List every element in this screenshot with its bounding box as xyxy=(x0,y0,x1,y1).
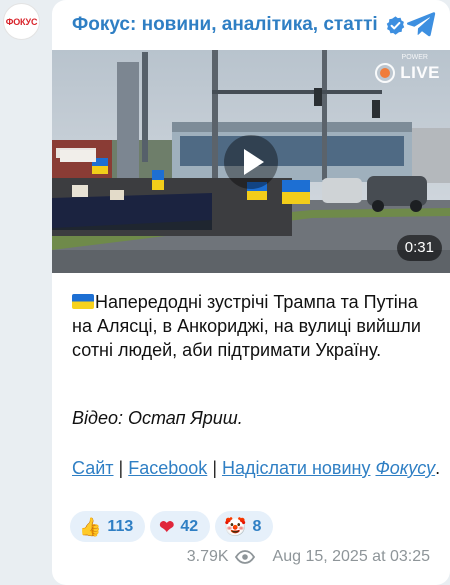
thumbs-up-icon: 👍 xyxy=(79,516,102,537)
link-send-news[interactable]: Надіслати новину xyxy=(222,458,370,478)
message-header: Фокус: новини, аналітика, статті xyxy=(52,0,450,50)
eye-icon xyxy=(234,550,255,564)
post-body: Напередодні зустрічі Трампа та Путіна на… xyxy=(72,292,421,360)
live-sublabel: POWER xyxy=(401,54,428,61)
reaction-clown[interactable]: 🤡 8 xyxy=(215,511,274,542)
avatar-logo-text: ФОКУС xyxy=(5,16,38,27)
post-links: Сайт | Facebook | Надіслати новину Фокус… xyxy=(72,458,441,478)
view-count: 3.79K xyxy=(186,548,229,565)
play-button[interactable] xyxy=(224,135,278,189)
message-meta: 3.79K Aug 15, 2025 at 03:25 xyxy=(187,548,430,566)
live-dot-icon xyxy=(375,63,396,83)
post-timestamp: Aug 15, 2025 at 03:25 xyxy=(272,548,430,565)
link-facebook[interactable]: Facebook xyxy=(128,458,207,478)
live-badge: LIVE xyxy=(375,63,440,83)
video-player[interactable]: LIVE POWER 0:31 xyxy=(52,50,450,273)
channel-title[interactable]: Фокус: новини, аналітика, статті xyxy=(72,14,378,36)
reactions-bar: 👍 113 ❤ 42 🤡 8 xyxy=(70,511,274,542)
message-card: Фокус: новини, аналітика, статті LIVE PO… xyxy=(52,0,450,585)
link-fokusu[interactable]: Фокусу xyxy=(375,458,435,478)
reaction-count: 113 xyxy=(107,517,134,535)
clown-face-icon: 🤡 xyxy=(224,516,247,537)
video-duration: 0:31 xyxy=(396,235,442,261)
link-separator: | xyxy=(118,458,124,478)
verified-badge-icon xyxy=(386,15,404,35)
post-text: Напередодні зустрічі Трампа та Путіна на… xyxy=(72,290,442,362)
live-label: LIVE xyxy=(400,63,440,82)
heart-icon: ❤ xyxy=(159,516,175,537)
link-site[interactable]: Сайт xyxy=(72,458,114,478)
reaction-thumbs-up[interactable]: 👍 113 xyxy=(70,511,146,542)
channel-avatar[interactable]: ФОКУС xyxy=(3,3,40,40)
telegram-share-icon[interactable] xyxy=(406,11,436,37)
video-credit: Відео: Остап Яриш. xyxy=(72,408,243,428)
link-fokusu-label: Фокусу xyxy=(375,458,436,478)
reaction-count: 8 xyxy=(252,517,262,535)
reaction-count: 42 xyxy=(180,517,199,535)
ukraine-flag-icon xyxy=(72,294,94,309)
reaction-heart[interactable]: ❤ 42 xyxy=(150,511,211,542)
link-separator: | xyxy=(212,458,217,478)
